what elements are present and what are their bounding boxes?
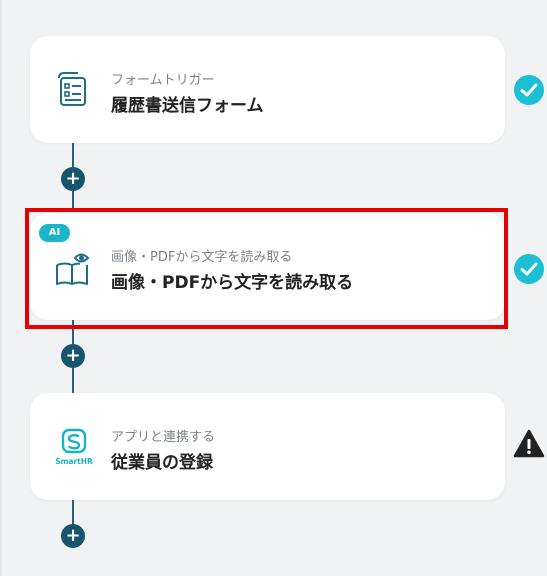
step-card-form-trigger[interactable]: フォームトリガー 履歴書送信フォーム xyxy=(30,36,505,143)
form-icon xyxy=(54,70,92,110)
add-step-button[interactable]: + xyxy=(61,524,85,548)
step-subtitle: フォームトリガー xyxy=(111,73,215,88)
ai-badge: AI xyxy=(39,224,70,242)
selection-highlight xyxy=(25,208,508,329)
step-title: 履歴書送信フォーム xyxy=(111,96,264,116)
add-step-button[interactable]: + xyxy=(61,167,85,191)
step-title: 従業員の登録 xyxy=(111,453,213,473)
add-step-button[interactable]: + xyxy=(61,344,85,368)
smarthr-icon: SmartHR xyxy=(52,428,96,470)
left-edge-divider xyxy=(0,0,2,576)
warning-icon[interactable] xyxy=(513,428,545,460)
check-icon xyxy=(513,74,545,106)
step-subtitle: アプリと連携する xyxy=(111,430,216,445)
smarthr-logo-text: SmartHR xyxy=(55,457,93,466)
step-card-smarthr[interactable]: SmartHR アプリと連携する 従業員の登録 xyxy=(30,393,505,500)
check-icon xyxy=(513,253,545,285)
